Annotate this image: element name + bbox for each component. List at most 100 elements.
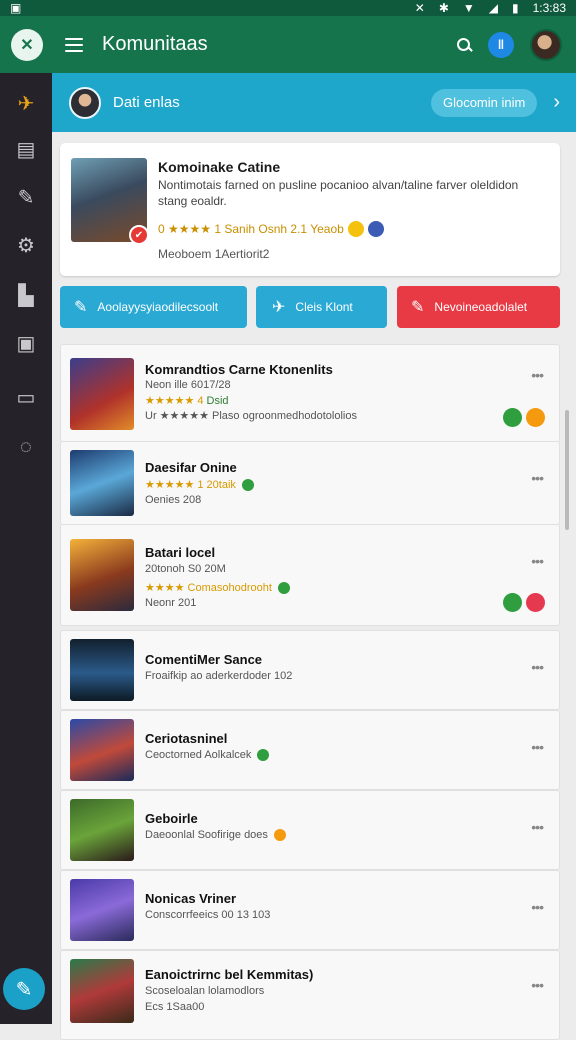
action-button-3[interactable]: ✎ Nevoineoadolalet [397, 286, 560, 328]
game-info-text: Ceoctorned Aolkalcek [145, 749, 252, 761]
globe-emoji-icon [367, 221, 384, 237]
game-detail: Ur ★★★★★ Plaso ogroonmedhodotololios [145, 410, 357, 422]
sidebar-item-settings-icon[interactable]: ⚙ [0, 225, 52, 265]
more-options-icon[interactable]: ••• [531, 739, 544, 755]
list-item[interactable]: Geboirle Daeoonlal Soofirige does ••• [60, 790, 560, 870]
sidebar-item-archive-icon[interactable]: ▤ [0, 129, 52, 169]
game-info: Daeoonlal Soofirige does [145, 829, 286, 842]
game-thumbnail [70, 358, 134, 430]
game-tag: Dsid [206, 395, 229, 407]
search-icon[interactable] [456, 37, 472, 53]
verified-icon [241, 479, 254, 492]
more-options-icon[interactable]: ••• [531, 553, 544, 569]
featured-card[interactable]: ✔ Komoinake Catine Nontimotais farned on… [60, 143, 560, 276]
app-indicator-icon: ▣ [10, 1, 22, 15]
user-avatar[interactable] [530, 28, 562, 61]
game-rating-text: ★★★★★ 4 [145, 395, 204, 407]
chevron-right-icon[interactable]: › [553, 91, 560, 114]
app-title: Komunitaas [102, 33, 208, 55]
game-rating-text: ★★★★★ 1 20taik [145, 479, 236, 491]
game-thumbnail [70, 799, 134, 861]
app-bar: ✕ Komunitaas ‖ [0, 16, 576, 73]
action-button-2[interactable]: ✈ Cleis Klont [256, 286, 387, 328]
profile-action-button[interactable]: Glocomin inim [430, 88, 538, 117]
sidebar-item-calendar-icon[interactable]: ▭ [0, 377, 52, 417]
list-item[interactable]: Ceriotasninel Ceoctorned Aolkalcek ••• [60, 710, 560, 790]
sidebar-item-rocket-icon[interactable]: ✈ [0, 83, 52, 123]
game-thumbnail [70, 639, 134, 701]
game-info: Conscorrfeeics 00 13 103 [145, 909, 271, 921]
game-thumbnail [70, 959, 134, 1023]
featured-badge-icon: ✔ [129, 225, 149, 245]
game-thumbnail [70, 450, 134, 516]
featured-description: Nontimotais farned on pusline pocanioo a… [158, 178, 519, 208]
game-info-text: Daeoonlal Soofirige does [145, 829, 268, 841]
status-bar: ▣ ✕ ✱ ▼ ◢ ▮ 1:3:83 [0, 0, 576, 16]
game-rating: ★★★★ Comasohodrooht [145, 581, 290, 595]
game-title: Daesifar Onine [145, 460, 237, 475]
game-info: Scoseloalan lolamodlors [145, 985, 265, 997]
sidebar-item-chat-icon[interactable]: ◌ [0, 427, 52, 467]
game-rating: ★★★★★ 4 Dsid [145, 394, 229, 407]
list-item[interactable]: Nonicas Vriner Conscorrfeeics 00 13 103 … [60, 870, 560, 950]
game-rating: ★★★★★ 1 20taik [145, 478, 254, 492]
sidebar-item-lock-icon[interactable]: ▣ [0, 323, 52, 363]
battery-icon: ▮ [512, 1, 519, 15]
more-options-icon[interactable]: ••• [531, 819, 544, 835]
scrollbar[interactable] [565, 410, 569, 530]
sidebar: ✈ ▤ ✎ ⚙ ▙ ▣ ▭ ◌ [0, 73, 52, 1024]
hammer-icon: ✎ [411, 299, 425, 316]
status-time: 1:3:83 [532, 1, 566, 15]
profile-bar: Dati enlas Glocomin inim › [52, 73, 576, 132]
game-thumbnail [70, 879, 134, 941]
action-button-1-label: Aoolayysyiaodilecsoolt [97, 300, 219, 314]
list-item[interactable]: Eanoictrirnc bel Kemmitas) Scoseloalan l… [60, 950, 560, 1040]
featured-rating: 0 ★★★★ 1 Sanih Osnh 2.1 Yeaob [158, 221, 384, 237]
game-info: Neon ille 6017/28 [145, 379, 231, 391]
coin-icon [273, 829, 286, 842]
compose-fab-icon[interactable]: ✎ [3, 968, 45, 1010]
game-info: Froaifkip ao aderkerdoder 102 [145, 670, 293, 682]
laugh-emoji-icon [347, 221, 364, 237]
pin-icon: ✈ [272, 299, 286, 316]
verified-icon [257, 749, 270, 762]
game-detail: Neonr 201 [145, 597, 197, 609]
more-options-icon[interactable]: ••• [531, 899, 544, 915]
action-button-3-label: Nevoineoadolalet [434, 300, 528, 314]
more-options-icon[interactable]: ••• [531, 367, 544, 383]
game-rating-text: ★★★★ Comasohodrooht [145, 582, 272, 594]
game-title: Komrandtios Carne Ktonenlits [145, 362, 333, 377]
game-info: Oenies 208 [145, 494, 202, 506]
game-title: ComentiMer Sance [145, 652, 263, 667]
featured-meta: Meoboem 1Aertiorit2 [158, 247, 270, 261]
green-badge-icon [503, 593, 522, 612]
list-item[interactable]: Komrandtios Carne Ktonenlits Neon ille 6… [60, 344, 560, 442]
more-options-icon[interactable]: ••• [531, 977, 544, 993]
red-badge-icon [526, 593, 545, 612]
game-title: Ceriotasninel [145, 731, 228, 746]
list-item[interactable]: Batari locel 20tonoh S0 20M ★★★★ Comasoh… [60, 524, 560, 626]
wifi-icon: ▼ [462, 1, 475, 15]
verified-icon [277, 582, 290, 595]
signal-icon: ✕ [414, 1, 425, 15]
featured-title: Komoinake Catine [158, 159, 281, 175]
sidebar-item-chart-icon[interactable]: ▙ [0, 275, 52, 315]
game-detail: Ecs 1Saa00 [145, 1001, 205, 1013]
menu-icon[interactable] [65, 37, 83, 52]
game-title: Eanoictrirnc bel Kemmitas) [145, 967, 314, 982]
orange-badge-icon [526, 408, 545, 427]
cell-icon: ◢ [488, 1, 499, 15]
green-badge-icon [503, 408, 522, 427]
game-title: Batari locel [145, 545, 216, 560]
bluetooth-icon: ✱ [438, 1, 449, 15]
game-info: 20tonoh S0 20M [145, 563, 226, 575]
more-options-icon[interactable]: ••• [531, 659, 544, 675]
list-item[interactable]: Daesifar Onine ★★★★★ 1 20taik Oenies 208… [60, 441, 560, 525]
action-button-1[interactable]: ✎ Aoolayysyiaodilecsoolt [60, 286, 247, 328]
app-logo-icon[interactable]: ✕ [11, 28, 43, 61]
more-options-icon[interactable]: ••• [531, 470, 544, 486]
list-item[interactable]: ComentiMer Sance Froaifkip ao aderkerdod… [60, 630, 560, 710]
sidebar-item-pin-icon[interactable]: ✎ [0, 177, 52, 217]
profile-avatar[interactable] [69, 86, 101, 119]
notification-icon[interactable]: ‖ [488, 31, 514, 58]
